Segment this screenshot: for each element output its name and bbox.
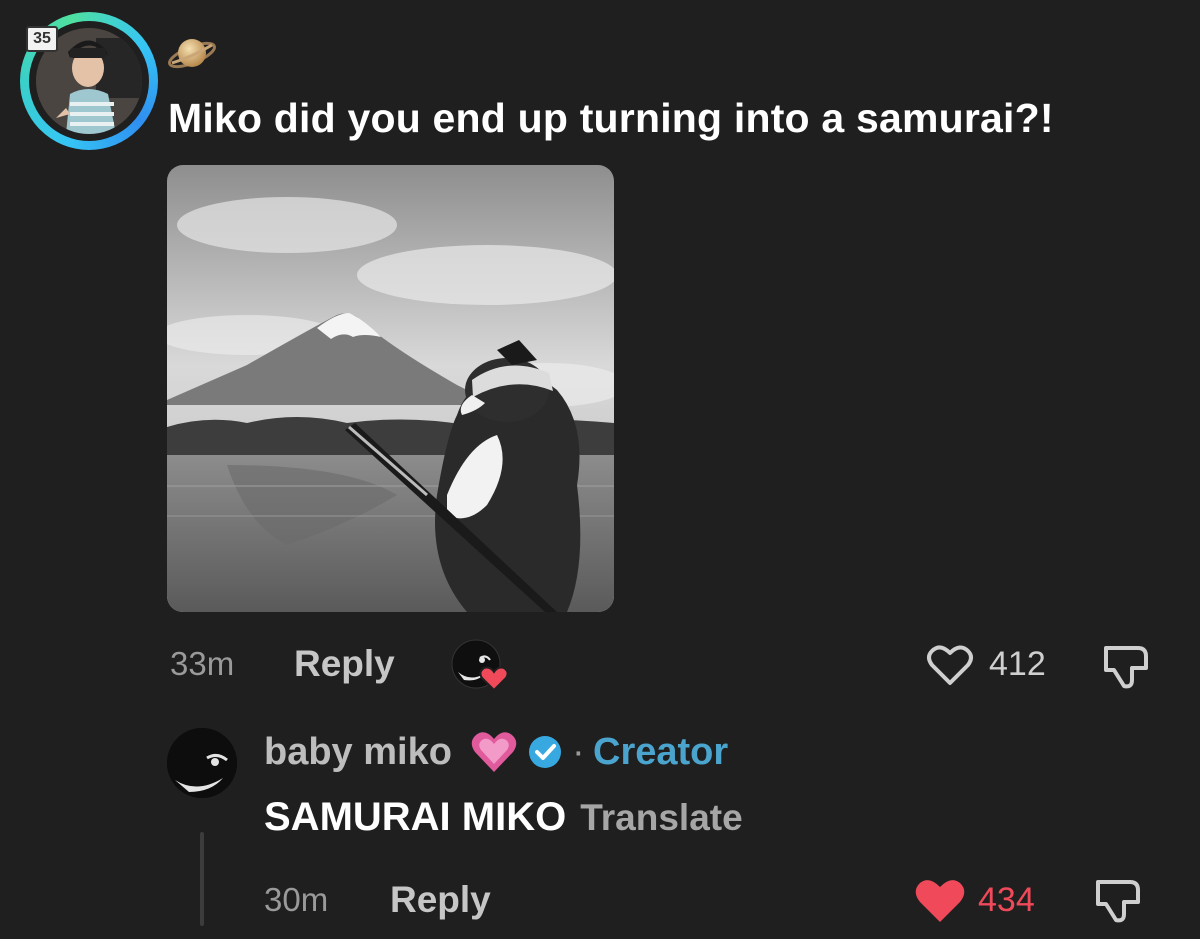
comment-text: Miko did you end up turning into a samur… (168, 95, 1054, 141)
reply-dislike-icon[interactable] (1094, 876, 1146, 924)
creator-liked-avatar-icon (450, 638, 512, 692)
heart-filled-icon[interactable] (914, 876, 966, 924)
reply-username[interactable]: baby miko (264, 728, 452, 776)
pink-heart-icon (470, 730, 518, 774)
saturn-planet-icon (166, 27, 218, 79)
thread-line (200, 832, 204, 926)
samurai-cat-photo (167, 165, 614, 612)
dislike-icon[interactable] (1102, 642, 1154, 690)
reply-reply-button[interactable]: Reply (390, 880, 491, 920)
comment-like-count: 412 (989, 645, 1046, 683)
reply-avatar[interactable] (167, 728, 237, 798)
separator-dot: · (572, 731, 585, 773)
reply-body: SAMURAI MIKO Translate (264, 792, 743, 851)
reply-time: 30m (264, 881, 329, 918)
comment-image[interactable] (167, 165, 614, 612)
reply-button[interactable]: Reply (294, 644, 395, 684)
translate-button[interactable]: Translate (580, 797, 742, 838)
comment-time: 33m (170, 645, 235, 682)
verified-badge-icon (528, 735, 562, 769)
reply-like-count: 434 (978, 881, 1035, 919)
reply-text: SAMURAI MIKO (264, 795, 567, 839)
heart-outline-icon[interactable] (926, 643, 974, 687)
creator-label: Creator (593, 731, 729, 773)
avatar-badge: 35 (26, 26, 58, 52)
